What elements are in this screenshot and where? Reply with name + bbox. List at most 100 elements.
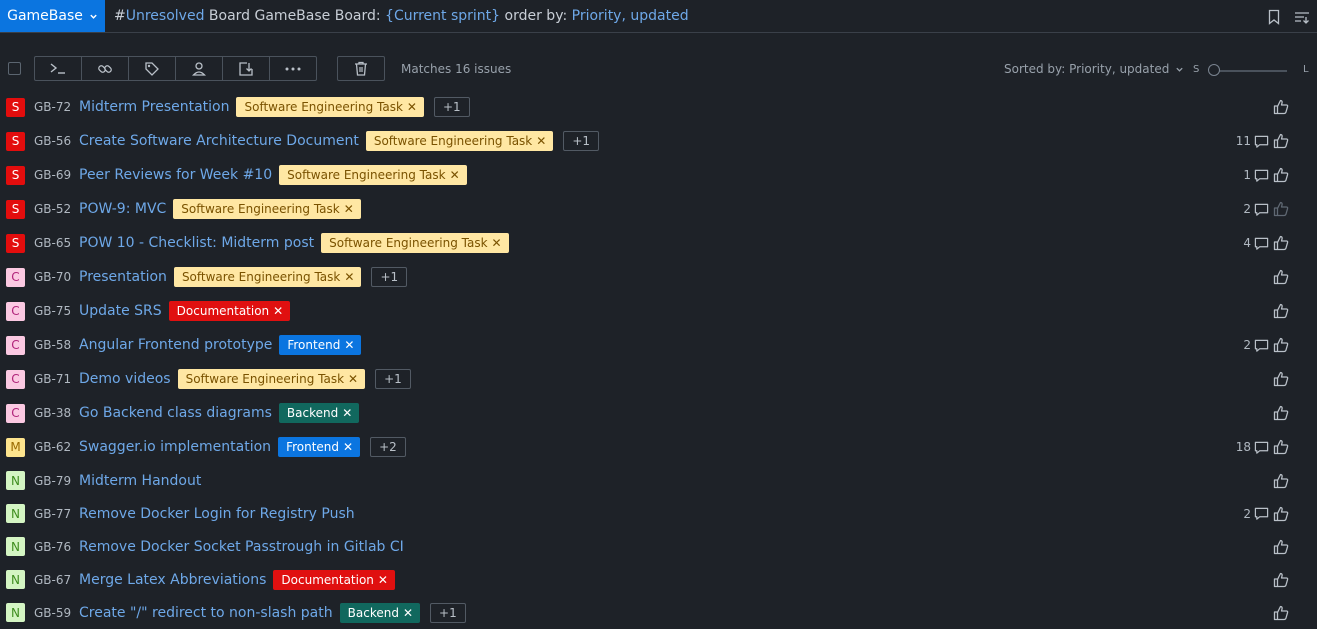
remove-tag-icon[interactable]: ✕ [348, 372, 358, 386]
tag-button[interactable] [129, 57, 176, 80]
issue-summary-link[interactable]: Remove Docker Socket Passtrough in Gitla… [79, 539, 404, 555]
vote-thumbs-up-icon[interactable] [1273, 506, 1289, 522]
vote-thumbs-up-icon[interactable] [1273, 133, 1289, 149]
select-all-checkbox[interactable] [8, 62, 21, 75]
priority-badge[interactable]: S [6, 165, 25, 185]
vote-thumbs-up-icon[interactable] [1273, 439, 1289, 455]
priority-badge[interactable]: C [6, 301, 25, 321]
priority-badge[interactable]: S [6, 131, 25, 151]
vote-thumbs-up-icon[interactable] [1273, 269, 1289, 285]
issue-row[interactable]: N GB-76 Remove Docker Socket Passtrough in… [0, 530, 1317, 563]
issue-summary-link[interactable]: Demo videos [79, 371, 171, 387]
vote-thumbs-up-icon[interactable] [1273, 99, 1289, 115]
vote-thumbs-up-icon[interactable] [1273, 303, 1289, 319]
comment-count[interactable]: 2 [1243, 202, 1269, 217]
remove-tag-icon[interactable]: ✕ [378, 573, 388, 587]
priority-badge[interactable]: N [6, 603, 25, 622]
issue-summary-link[interactable]: Peer Reviews for Week #10 [79, 167, 272, 183]
vote-thumbs-up-icon[interactable] [1273, 371, 1289, 387]
more-tags-button[interactable]: +2 [370, 437, 406, 457]
vote-thumbs-up-icon[interactable] [1273, 337, 1289, 353]
issue-row[interactable]: C GB-71 Demo videos Software Engineering Ta… [0, 362, 1317, 396]
comment-count[interactable]: 2 [1243, 338, 1269, 353]
comment-count[interactable]: 2 [1243, 506, 1269, 521]
issue-row[interactable]: N GB-59 Create "/" redirect to non-slash p… [0, 596, 1317, 629]
priority-badge[interactable]: N [6, 537, 25, 556]
remove-tag-icon[interactable]: ✕ [407, 100, 417, 114]
priority-badge[interactable]: C [6, 267, 25, 287]
issue-summary-link[interactable]: Midterm Presentation [79, 99, 229, 115]
priority-badge[interactable]: S [6, 233, 25, 253]
comment-count[interactable]: 18 [1236, 440, 1269, 455]
issue-row[interactable]: S GB-65 POW 10 - Checklist: Midterm post So… [0, 226, 1317, 260]
vote-thumbs-up-icon[interactable] [1273, 605, 1289, 621]
vote-thumbs-up-icon[interactable] [1273, 539, 1289, 555]
issue-summary-link[interactable]: Remove Docker Login for Registry Push [79, 506, 355, 522]
issue-tag[interactable]: Frontend ✕ [279, 335, 362, 355]
issue-id[interactable]: GB-75 [34, 304, 71, 318]
more-tags-button[interactable]: +1 [375, 369, 411, 389]
issue-id[interactable]: GB-65 [34, 236, 71, 250]
priority-badge[interactable]: S [6, 199, 25, 219]
assignee-button[interactable] [176, 57, 223, 80]
issue-id[interactable]: GB-77 [34, 507, 71, 521]
issue-tag[interactable]: Documentation ✕ [273, 569, 395, 590]
priority-badge[interactable]: N [6, 570, 25, 589]
priority-badge[interactable]: C [6, 335, 25, 355]
issue-summary-link[interactable]: Presentation [79, 269, 167, 285]
card-size-slider[interactable] [1215, 70, 1287, 72]
vote-thumbs-up-icon[interactable] [1273, 473, 1289, 489]
issue-id[interactable]: GB-56 [34, 134, 71, 148]
remove-tag-icon[interactable]: ✕ [344, 338, 354, 352]
delete-button[interactable] [337, 56, 385, 81]
issue-row[interactable]: C GB-58 Angular Frontend prototype Frontend… [0, 328, 1317, 362]
search-query-input[interactable]: #Unresolved Board GameBase Board: {Curre… [114, 0, 689, 32]
issue-id[interactable]: GB-79 [34, 474, 71, 488]
remove-tag-icon[interactable]: ✕ [344, 270, 354, 284]
remove-tag-icon[interactable]: ✕ [536, 134, 546, 148]
issue-id[interactable]: GB-71 [34, 372, 71, 386]
priority-badge[interactable]: N [6, 471, 25, 490]
issue-summary-link[interactable]: Merge Latex Abbreviations [79, 572, 266, 588]
priority-badge[interactable]: C [6, 369, 25, 389]
priority-badge[interactable]: N [6, 504, 25, 523]
vote-thumbs-up-icon[interactable] [1273, 167, 1289, 183]
issue-tag[interactable]: Frontend ✕ [278, 437, 361, 457]
more-tags-button[interactable]: +1 [433, 97, 470, 117]
remove-tag-icon[interactable]: ✕ [492, 236, 502, 250]
issue-id[interactable]: GB-59 [34, 606, 71, 620]
vote-thumbs-up-icon[interactable] [1273, 405, 1289, 421]
vote-thumbs-up-icon[interactable] [1273, 201, 1289, 217]
issue-summary-link[interactable]: Angular Frontend prototype [79, 337, 272, 353]
issue-row[interactable]: C GB-38 Go Backend class diagrams Backend ✕ [0, 396, 1317, 430]
issue-summary-link[interactable]: Swagger.io implementation [79, 439, 271, 455]
issue-tag[interactable]: Documentation ✕ [168, 301, 291, 321]
issue-row[interactable]: S GB-56 Create Software Architecture Docum… [0, 124, 1317, 158]
issue-id[interactable]: GB-72 [34, 100, 71, 114]
issue-row[interactable]: N GB-79 Midterm Handout [0, 464, 1317, 497]
remove-tag-icon[interactable]: ✕ [450, 168, 460, 182]
issue-row[interactable]: N GB-77 Remove Docker Login for Registry P… [0, 497, 1317, 530]
remove-tag-icon[interactable]: ✕ [403, 606, 413, 620]
project-selector-button[interactable]: GameBase [0, 0, 105, 32]
issue-row[interactable]: N GB-67 Merge Latex Abbreviations Documenta… [0, 563, 1317, 596]
priority-badge[interactable]: C [6, 403, 25, 423]
remove-tag-icon[interactable]: ✕ [343, 440, 353, 454]
issue-row[interactable]: S GB-52 POW-9: MVC Software Engineering Tas… [0, 192, 1317, 226]
issue-id[interactable]: GB-70 [34, 270, 71, 284]
more-tags-button[interactable]: +1 [371, 267, 408, 287]
more-tags-button[interactable]: +1 [430, 602, 466, 623]
more-actions-button[interactable] [270, 57, 316, 80]
priority-badge[interactable]: S [6, 97, 25, 117]
issue-summary-link[interactable]: POW 10 - Checklist: Midterm post [79, 235, 314, 251]
more-tags-button[interactable]: +1 [563, 131, 600, 151]
issue-id[interactable]: GB-67 [34, 573, 71, 587]
command-button[interactable] [35, 57, 82, 80]
comment-count[interactable]: 1 [1243, 168, 1269, 183]
issue-tag[interactable]: Backend ✕ [339, 602, 421, 623]
remove-tag-icon[interactable]: ✕ [273, 304, 283, 318]
issue-summary-link[interactable]: Go Backend class diagrams [79, 405, 272, 421]
comment-count[interactable]: 4 [1243, 236, 1269, 251]
issue-summary-link[interactable]: POW-9: MVC [79, 201, 166, 217]
vote-thumbs-up-icon[interactable] [1273, 235, 1289, 251]
